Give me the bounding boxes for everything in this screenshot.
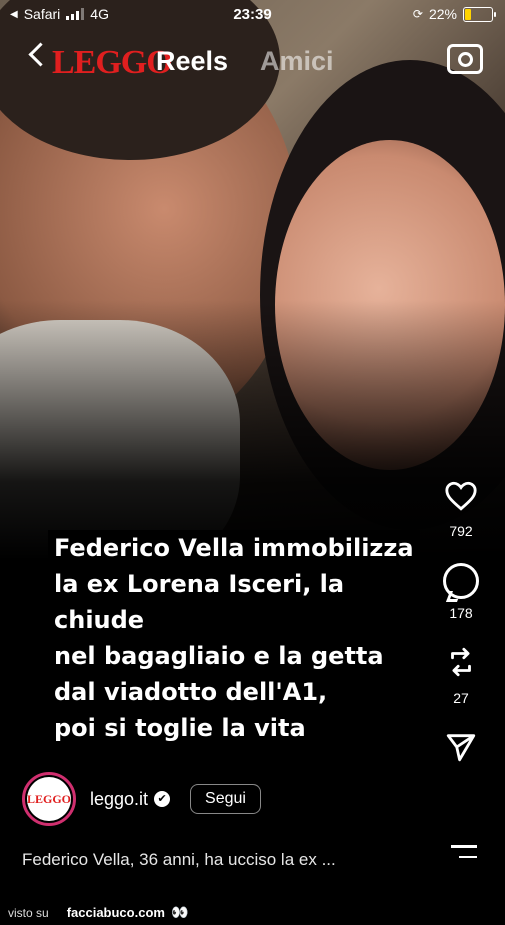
headline-line: poi si toglie la vita: [48, 710, 312, 746]
headline-line: dal viadotto dell'A1,: [48, 674, 334, 710]
avatar-logo: LEGGO: [27, 777, 71, 821]
headline-line: Federico Vella immobilizza: [48, 530, 420, 566]
avatar[interactable]: LEGGO: [22, 772, 76, 826]
heart-icon[interactable]: [444, 480, 478, 512]
repost-count: 27: [453, 690, 469, 706]
profile-row: LEGGO leggo.it ✔ Segui: [22, 772, 261, 826]
repost-icon[interactable]: [444, 645, 478, 679]
verified-icon: ✔: [154, 791, 171, 807]
tab-amici[interactable]: Amici: [260, 46, 334, 77]
comment-icon[interactable]: [443, 563, 479, 599]
repost-action[interactable]: 27: [437, 645, 485, 706]
action-rail: 792 178 27: [437, 480, 485, 793]
headline-line: la ex Lorena Isceri, la chiude: [48, 566, 448, 638]
headline-line: nel bagagliaio e la getta: [48, 638, 390, 674]
watermark-site: facciabuco.com: [66, 905, 165, 920]
share-action[interactable]: [437, 730, 485, 769]
top-nav: LEGGO Reels Amici: [0, 40, 505, 85]
back-icon[interactable]: [28, 42, 53, 67]
watermark-prefix: visto su: [8, 905, 49, 920]
camera-icon[interactable]: [447, 44, 483, 74]
like-count: 792: [449, 523, 473, 539]
comment-action[interactable]: 178: [437, 563, 485, 621]
reel-headline: Federico Vella immobilizza la ex Lorena …: [48, 530, 448, 746]
status-bar: ◀ Safari 4G 23:39 ⟳ 22%: [0, 0, 505, 30]
comment-count: 178: [449, 605, 473, 621]
orientation-lock-icon: ⟳: [412, 7, 423, 21]
battery-percent: 22%: [428, 6, 457, 22]
tab-reels[interactable]: Reels: [156, 46, 228, 77]
menu-icon[interactable]: [451, 845, 477, 866]
photo-fade: [0, 300, 505, 560]
send-icon[interactable]: [444, 730, 478, 764]
battery-icon: [463, 6, 496, 22]
follow-button[interactable]: Segui: [190, 784, 261, 814]
status-right: ⟳ 22%: [412, 6, 496, 22]
reel-caption[interactable]: Federico Vella, 36 anni, ha ucciso la ex…: [22, 850, 336, 870]
watermark-bar: visto su facciabuco.com 👀: [0, 900, 505, 925]
username[interactable]: leggo.it: [90, 789, 148, 810]
eyes-icon: 👀: [170, 904, 189, 920]
leggo-logo: LEGGO: [52, 44, 173, 81]
like-action[interactable]: 792: [437, 480, 485, 539]
